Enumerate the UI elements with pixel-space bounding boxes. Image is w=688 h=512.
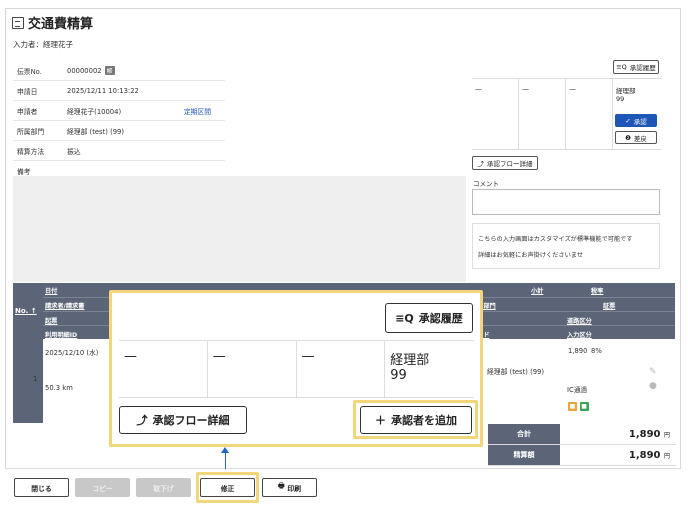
sort-no-header[interactable]: No. ↑	[13, 283, 43, 423]
row-amount: 1,890	[568, 347, 588, 355]
copy-button[interactable]: コピー	[75, 478, 130, 497]
tag-icon-b: ■	[579, 402, 589, 411]
close-button[interactable]: 閉じる	[14, 478, 69, 497]
row-dept: 経理部 (test) (99)	[487, 368, 545, 376]
withdraw-button[interactable]: 取下げ	[136, 478, 191, 497]
overlay-approval-grid: — — — 経理部 99	[119, 340, 474, 398]
approval-flow-button[interactable]: ⤴ 承認フロー詳細	[472, 156, 538, 170]
row-distance: 50.3 km	[45, 384, 73, 392]
ledger-badge[interactable]: 帳	[104, 66, 115, 75]
approve-button[interactable]: ✓ 承認	[615, 114, 657, 127]
info-row-voucher-no: 伝票No. 00000002 帳	[13, 61, 225, 81]
flow-icon: ⤴	[477, 160, 485, 168]
row-no: 1	[33, 375, 38, 383]
edit-icon[interactable]: ✎	[649, 367, 657, 377]
reject-button[interactable]: ❷ 差戻	[615, 131, 657, 144]
row-road: IC通過	[567, 386, 588, 394]
add-approver-button[interactable]: ＋承認者を追加	[360, 406, 472, 434]
approval-history-button[interactable]: ≡Q 承認履歴	[613, 60, 659, 74]
print-button[interactable]: 🖶 印刷	[262, 478, 317, 497]
calculator-icon	[12, 16, 24, 29]
check-icon: ✓	[625, 116, 631, 125]
info-row-date: 申請日 2025/12/11 10:13:22	[13, 81, 225, 101]
info-row-applicant: 申請者 経理花子(10004) 定期区間	[13, 101, 225, 121]
row-date: 2025/12/10 (水)	[45, 349, 99, 357]
delete-icon[interactable]: ●	[649, 381, 657, 391]
info-row-dept: 所属部門 経理部 (test) (99)	[13, 121, 225, 141]
settlement-row: 精算額 1,890 円	[488, 445, 676, 466]
totals: 合計 1,890 円 精算額 1,890 円	[488, 424, 676, 466]
overlay-flow-button[interactable]: ⤴ 承認フロー詳細	[119, 406, 247, 434]
fix-highlight	[196, 472, 259, 503]
history-icon: ≡Q	[616, 63, 627, 71]
printer-icon: 🖶	[277, 482, 285, 490]
comment-label: コメント	[473, 180, 499, 188]
pointer-arrow	[225, 452, 226, 469]
overlay-history-button[interactable]: ≡Q 承認履歴	[385, 303, 473, 333]
plus-icon: ＋	[375, 414, 386, 427]
history-icon: ≡Q	[395, 311, 414, 325]
row-rate: 8%	[591, 347, 602, 355]
comment-input[interactable]	[472, 189, 660, 215]
content-area	[13, 176, 466, 282]
back-icon: ❷	[625, 133, 631, 142]
page-title: 交通費精算	[12, 13, 93, 32]
voucher-info: 伝票No. 00000002 帳 申請日 2025/12/11 10:13:22 申請…	[13, 61, 225, 181]
flow-icon: ⤴	[136, 414, 148, 427]
total-row: 合計 1,890 円	[488, 424, 676, 445]
commuter-pass-link[interactable]: 定期区間	[184, 106, 225, 116]
tag-icon-a: ■	[568, 402, 577, 411]
info-row-method: 精算方法 振込	[13, 141, 225, 161]
enterer-label: 入力者：経理花子	[13, 40, 73, 49]
customize-note: こちらの入力画面はカスタマイズが標準機能で可能です 詳細はお気軽にお声掛けくださ…	[472, 223, 660, 269]
